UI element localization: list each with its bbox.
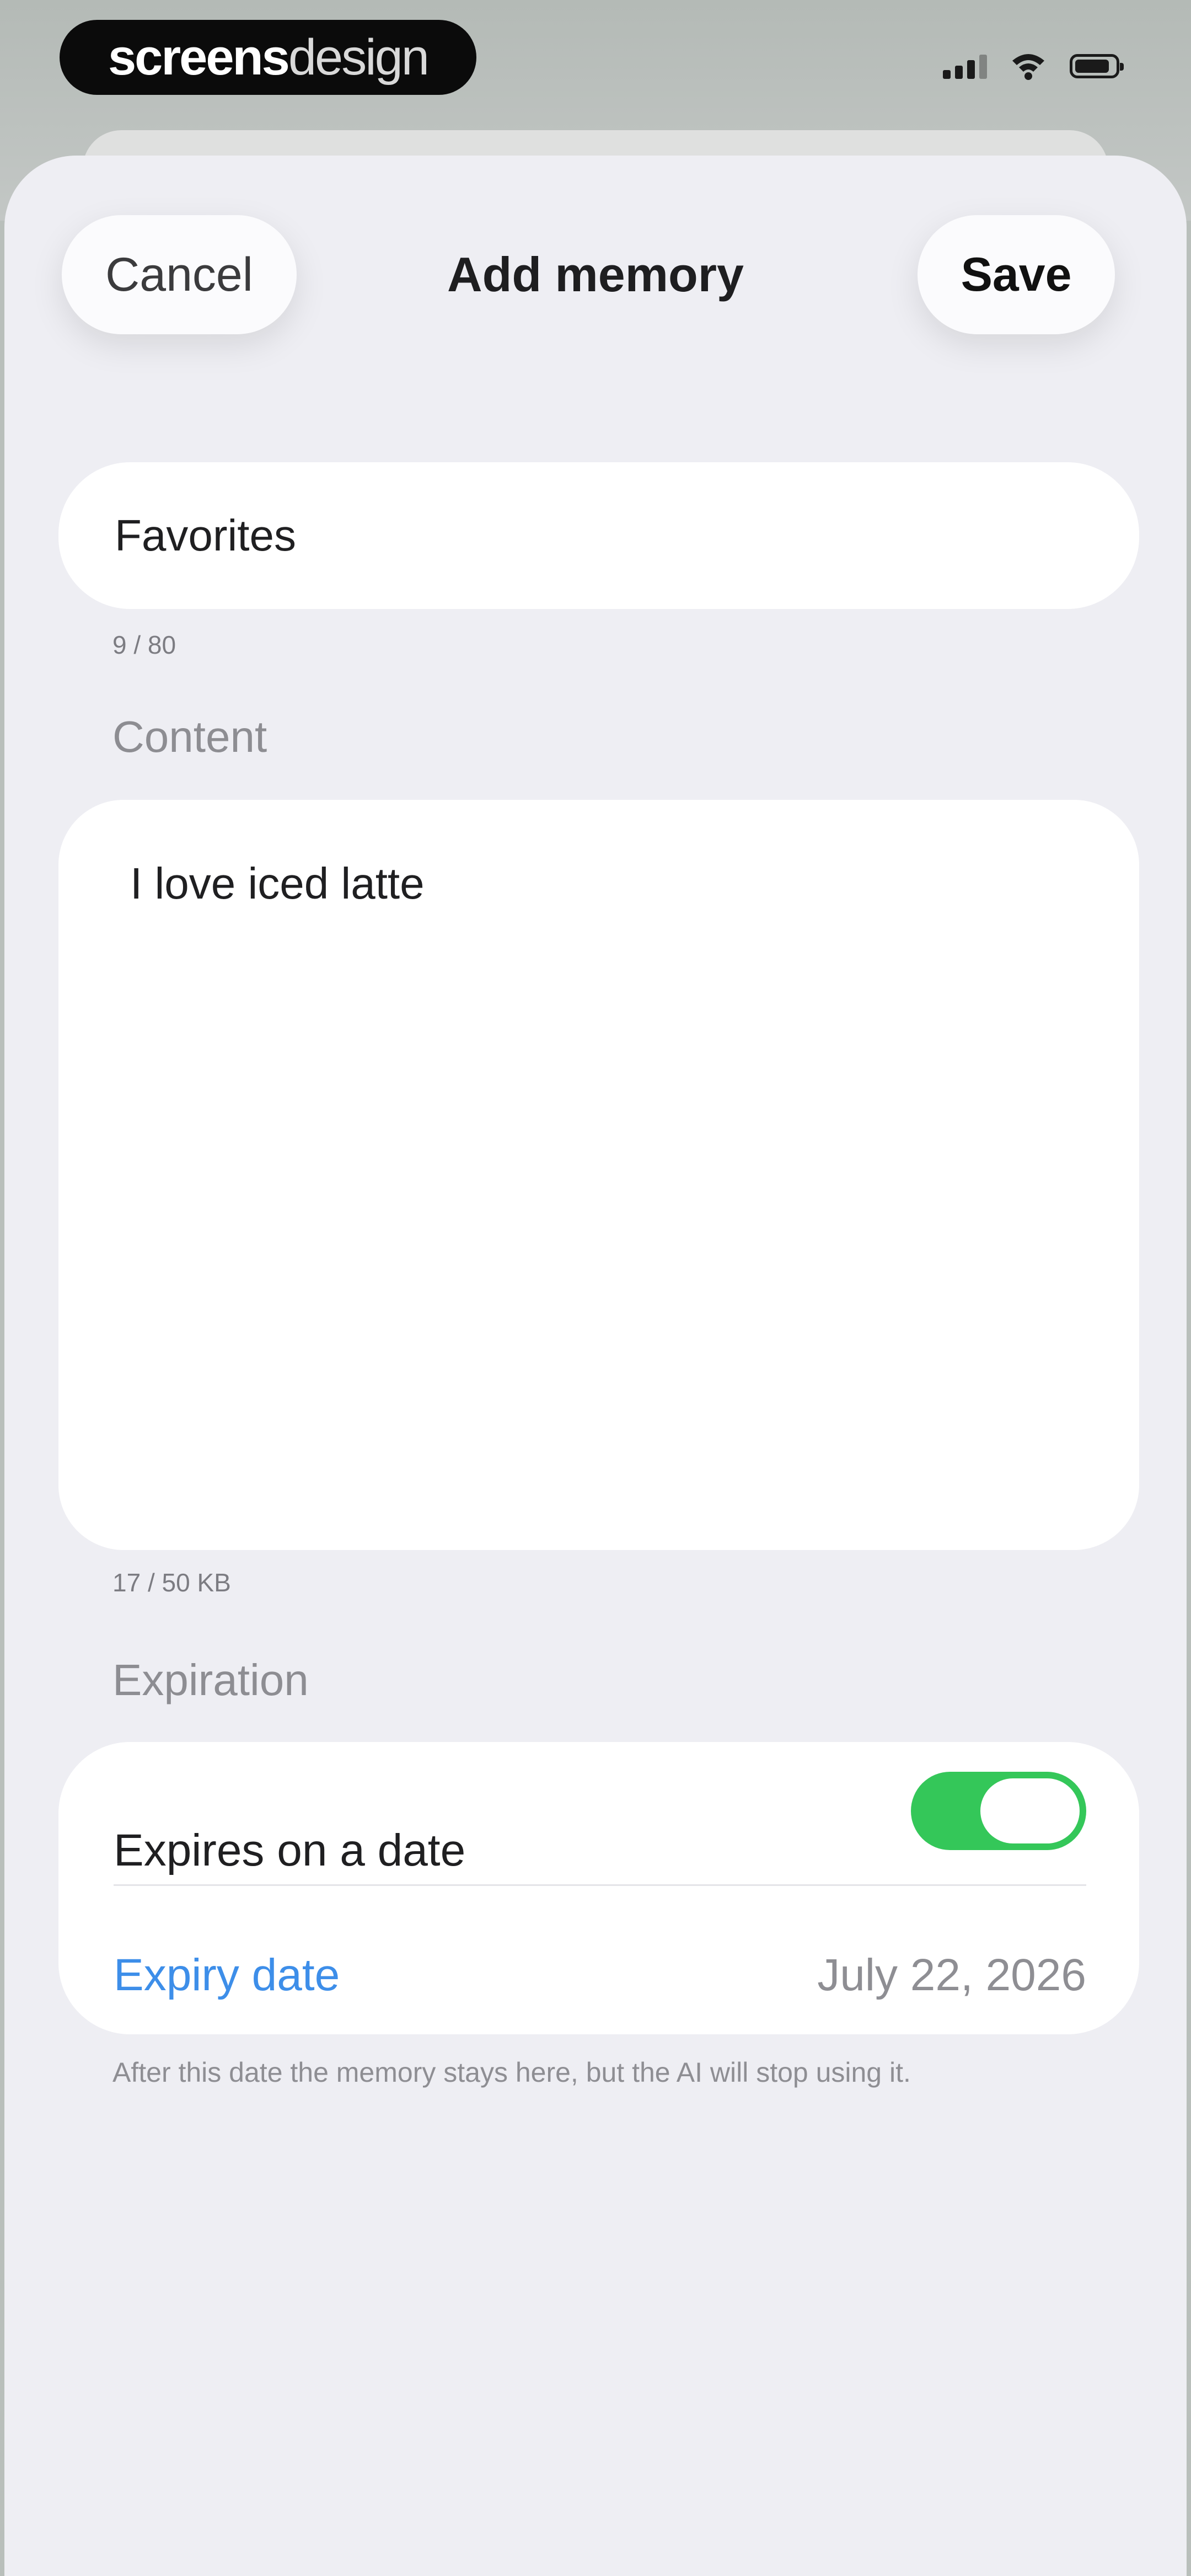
expiration-footnote: After this date the memory stays here, b… [112,2057,911,2088]
save-button[interactable]: Save [918,215,1115,334]
battery-icon [1070,54,1124,78]
title-character-counter: 9 / 80 [112,630,176,659]
brand-logo-part2: design [288,29,430,85]
expiration-card: Expires on a date Expiry date July 22, 2… [58,1742,1139,2034]
add-memory-sheet: Cancel Add memory Save Favorites 9 / 80 … [4,156,1187,2576]
expiry-date-value[interactable]: July 22, 2026 [817,1949,1086,2001]
memory-content-field[interactable]: I love iced latte [58,800,1139,1550]
wifi-icon [1012,54,1044,80]
content-section-label: Content [112,712,267,761]
status-icons [943,50,1124,83]
brand-logo: screensdesign [60,20,476,95]
divider [114,1884,1086,1886]
signal-icon [943,54,987,79]
expires-toggle[interactable] [911,1772,1086,1850]
content-size-counter: 17 / 50 KB [112,1568,231,1597]
memory-title-field[interactable]: Favorites [58,462,1139,609]
expiry-date-label[interactable]: Expiry date [114,1949,340,2001]
toggle-knob [980,1778,1080,1843]
brand-logo-part1: screens [108,29,290,85]
expires-toggle-label: Expires on a date [114,1825,466,1875]
expiration-section-label: Expiration [112,1655,309,1704]
